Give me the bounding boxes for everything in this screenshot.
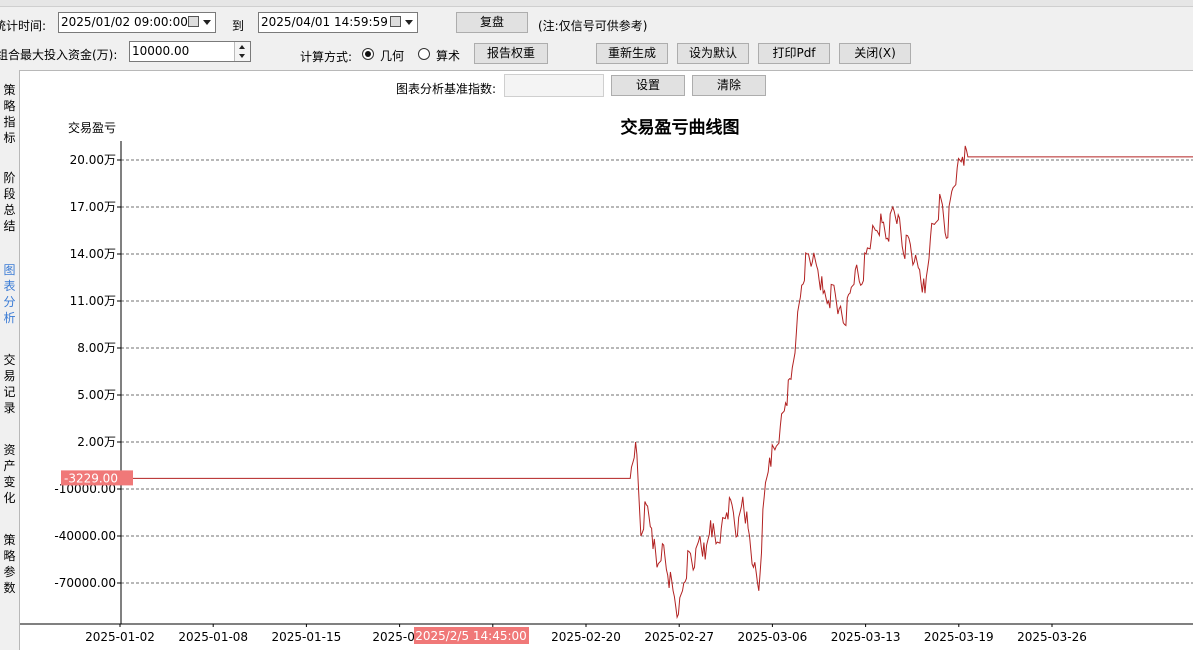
side-tab-strategy-params[interactable]: 策略参数: [0, 532, 19, 596]
spin-down-icon[interactable]: [239, 54, 245, 58]
chevron-down-icon: [203, 20, 211, 25]
x-tick-label: 2025-03-19: [924, 630, 994, 644]
side-tab-char: 产: [3, 459, 16, 473]
max-capital-label: 组合最大投入资金(万):: [0, 48, 118, 62]
side-tab-char: 交: [3, 353, 16, 367]
side-tab-char: 阶: [3, 171, 16, 185]
cursor-x-label: 2025/2/5 14:45:00: [415, 629, 527, 643]
side-tab-asset-changes[interactable]: 资产变化: [0, 442, 19, 506]
side-tab-char: 标: [3, 131, 16, 145]
side-tab-char: 指: [3, 115, 16, 129]
side-tab-char: 化: [3, 491, 16, 505]
y-tick-label: 2.00万: [77, 435, 116, 449]
y-tick-label: -40000.00: [54, 529, 116, 543]
side-tab-char: 段: [3, 187, 16, 201]
y-tick-label: 5.00万: [77, 388, 116, 402]
chart-panel: 图表分析基准指数: 设置 清除 交易盈亏曲线图 交易盈亏 20.00万 17.00…: [19, 70, 1193, 650]
cursor-y-label: -3229.00: [64, 471, 118, 485]
y-tick-label: 20.00万: [70, 153, 116, 167]
side-tab-char: 图: [3, 263, 16, 277]
close-button[interactable]: 关闭(X): [839, 43, 911, 64]
side-tab-strategy-metrics[interactable]: 策略指标: [0, 82, 19, 146]
to-label: 到: [232, 19, 245, 33]
x-tick-label: 2025-02-20: [551, 630, 621, 644]
y-tick-label: 8.00万: [77, 341, 116, 355]
x-tick-label: 2025-01-02: [85, 630, 155, 644]
grid-layer: [121, 159, 1193, 584]
side-tab-char: 表: [3, 279, 16, 293]
side-tab-chart-analysis[interactable]: 图表分析: [0, 262, 19, 326]
side-tab-char: 略: [3, 549, 16, 563]
x-tick-label: 2025-02-27: [644, 630, 714, 644]
y-tick-label: 17.00万: [70, 200, 116, 214]
x-tick-label: 2025-03-06: [738, 630, 808, 644]
window-top-strip: [0, 0, 1193, 7]
y-tick-label: -70000.00: [54, 576, 116, 590]
axis-layer: 20.00万 17.00万 14.00万 11.00万 8.00万 5.00万 2.00万 -…: [20, 141, 1193, 644]
end-date-value: 2025/04/01 14:59:59: [261, 15, 388, 29]
side-tab-char: 数: [3, 581, 16, 595]
side-tab-char: 变: [3, 475, 16, 489]
chevron-down-icon: [405, 20, 413, 25]
side-tab-trade-records[interactable]: 交易记录: [0, 352, 19, 416]
y-tick-label: 14.00万: [70, 247, 116, 261]
side-tab-char: 略: [3, 99, 16, 113]
regenerate-button[interactable]: 重新生成: [596, 43, 668, 64]
spin-up-icon[interactable]: [239, 45, 245, 49]
calendar-icon: [390, 16, 401, 27]
series-layer: [121, 145, 1193, 620]
radio-geometric[interactable]: [362, 48, 374, 60]
side-tab-char: 总: [3, 203, 16, 217]
start-date-value: 2025/01/02 09:00:00: [61, 15, 188, 29]
x-tick-label: 2025-01-08: [178, 630, 248, 644]
calc-method-label: 计算方式:: [300, 50, 353, 64]
pnl-chart[interactable]: 交易盈亏曲线图 交易盈亏 20.00万 17.00万 14.00万 11.00万 8.0…: [20, 71, 1193, 650]
y-tick-label: 11.00万: [70, 294, 116, 308]
pnl-series-line: [121, 145, 1193, 620]
chart-y-axis-label: 交易盈亏: [68, 120, 116, 135]
set-default-button[interactable]: 设为默认: [677, 43, 749, 64]
stat-time-label: 统计时间:: [0, 19, 47, 33]
calendar-icon: [188, 16, 199, 27]
start-date-picker[interactable]: 2025/01/02 09:00:00: [58, 12, 216, 33]
x-tick-label: 2025-03-26: [1017, 630, 1087, 644]
radio-arithmetic[interactable]: [418, 48, 430, 60]
side-tab-char: 易: [3, 369, 16, 383]
method-geometric-label[interactable]: 几何: [380, 47, 404, 64]
max-capital-value: 10000.00: [132, 44, 190, 58]
cursor-layer: -3229.00 2025/2/5 14:45:00: [61, 470, 529, 644]
side-tab-char: 析: [3, 311, 16, 325]
side-tab-char: 分: [3, 295, 16, 309]
side-tab-char: 参: [3, 565, 16, 579]
note-text: (注:仅信号可供参考): [538, 19, 648, 33]
review-button[interactable]: 复盘: [456, 12, 528, 33]
print-pdf-button[interactable]: 打印Pdf: [758, 43, 830, 64]
x-tick-label: 2025-03-13: [831, 630, 901, 644]
report-weight-button[interactable]: 报告权重: [474, 43, 548, 64]
max-capital-input[interactable]: 10000.00: [129, 41, 251, 62]
side-tab-stage-summary[interactable]: 阶段总结: [0, 170, 19, 234]
side-tab-char: 策: [3, 533, 16, 547]
method-arithmetic-label[interactable]: 算术: [436, 47, 460, 64]
side-tab-char: 资: [3, 443, 16, 457]
chart-title: 交易盈亏曲线图: [621, 117, 740, 138]
side-tab-char: 记: [3, 385, 16, 399]
spin-buttons[interactable]: [234, 42, 250, 61]
side-tab-char: 策: [3, 83, 16, 97]
side-tab-char: 录: [3, 401, 16, 415]
side-tab-char: 结: [3, 219, 16, 233]
end-date-picker[interactable]: 2025/04/01 14:59:59: [258, 12, 418, 33]
x-tick-label: 2025-01-15: [272, 630, 342, 644]
